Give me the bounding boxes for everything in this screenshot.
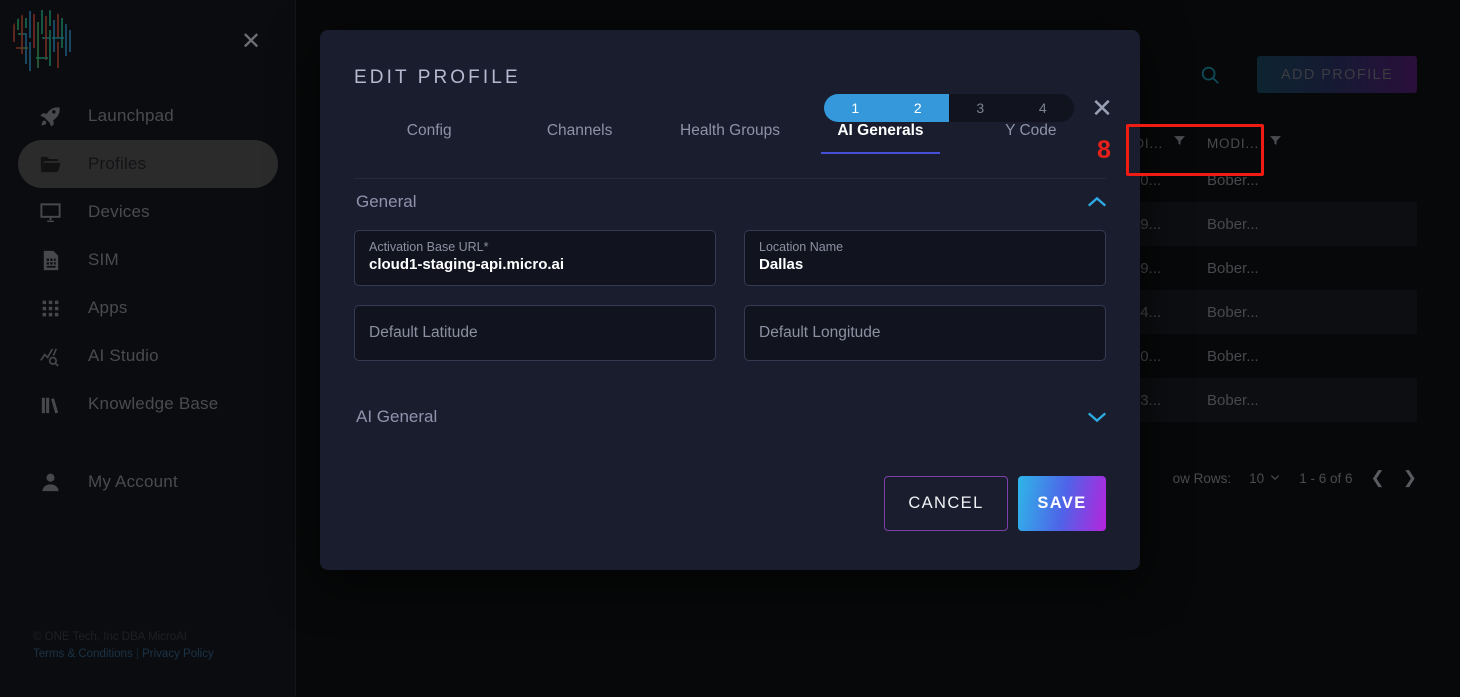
copyright-text: © ONE Tech, Inc DBA MicroAI xyxy=(33,631,187,643)
rows-per-page-select[interactable]: 10 xyxy=(1249,471,1281,486)
sidebar-item-label: Launchpad xyxy=(88,106,174,125)
sidebar-item-label: AI Studio xyxy=(88,346,159,365)
table-column-modified-by[interactable]: MODI... xyxy=(1207,134,1297,152)
folder-icon xyxy=(34,150,66,178)
filter-icon[interactable] xyxy=(1173,134,1186,152)
tab-health-groups[interactable]: Health Groups xyxy=(655,122,805,154)
cell-modified-by: Bober... xyxy=(1207,259,1259,277)
sidebar-item-label: SIM xyxy=(88,250,119,269)
table-pagination: ow Rows: 10 1 - 6 of 6 ❮ ❯ xyxy=(1173,468,1417,488)
chevron-down-icon[interactable] xyxy=(1086,410,1108,424)
person-icon xyxy=(34,468,66,496)
section-header-ai-general[interactable]: AI General xyxy=(356,403,1108,431)
rocket-icon xyxy=(34,102,66,130)
table-row[interactable]: 08/30...Bober... xyxy=(1097,158,1417,202)
table-row[interactable]: 08/24...Bober... xyxy=(1097,290,1417,334)
default-longitude-field[interactable]: Default Longitude xyxy=(744,305,1106,361)
tab-config[interactable]: Config xyxy=(354,122,504,154)
app-root: ✕ Launchpad Profiles Devices SIM Apps AI… xyxy=(0,0,1460,697)
sim-card-icon xyxy=(34,246,66,274)
grid-icon xyxy=(34,294,66,322)
field-placeholder: Default Latitude xyxy=(369,324,478,341)
books-icon xyxy=(34,390,66,418)
table-row[interactable]: 08/29...Bober... xyxy=(1097,246,1417,290)
page-toolbar: ADD PROFILE xyxy=(1199,56,1417,93)
search-icon[interactable] xyxy=(1199,64,1221,86)
add-profile-button[interactable]: ADD PROFILE xyxy=(1257,56,1417,93)
sidebar: ✕ Launchpad Profiles Devices SIM Apps AI… xyxy=(0,0,296,697)
default-latitude-field[interactable]: Default Latitude xyxy=(354,305,716,361)
field-value: Dallas xyxy=(759,256,804,273)
location-name-field[interactable]: Location Name Dallas xyxy=(744,230,1106,286)
terms-link[interactable]: Terms & Conditions xyxy=(33,648,133,660)
sidebar-footer: © ONE Tech, Inc DBA MicroAI Terms & Cond… xyxy=(33,629,214,663)
tab-channels[interactable]: Channels xyxy=(504,122,654,154)
sidebar-item-ai-studio[interactable]: AI Studio xyxy=(18,332,278,380)
monitor-icon xyxy=(34,198,66,226)
activation-base-url-field[interactable]: Activation Base URL* cloud1-staging-api.… xyxy=(354,230,716,286)
field-label: Activation Base URL* xyxy=(369,240,489,254)
sidebar-item-label: Knowledge Base xyxy=(88,394,219,413)
section-title: AI General xyxy=(356,407,438,426)
field-placeholder: Default Longitude xyxy=(759,324,881,341)
pagination-range: 1 - 6 of 6 xyxy=(1299,470,1353,486)
chevron-up-icon[interactable] xyxy=(1086,195,1108,209)
edit-profile-modal: EDIT PROFILE 1 2 3 4 ✕ Config Channels H… xyxy=(320,30,1264,570)
save-button[interactable]: SAVE xyxy=(1018,476,1106,531)
table-row[interactable]: 08/29...Bober... xyxy=(1097,202,1417,246)
chevron-down-icon xyxy=(1269,471,1281,486)
sidebar-item-label: My Account xyxy=(88,472,178,491)
privacy-link[interactable]: Privacy Policy xyxy=(142,648,214,660)
modal-tabs: Config Channels Health Groups AI General… xyxy=(354,104,1106,154)
tab-ai-generals[interactable]: AI Generals xyxy=(805,122,955,154)
sidebar-item-apps[interactable]: Apps xyxy=(18,284,278,332)
table-row[interactable]: 08/30...Bober... xyxy=(1097,334,1417,378)
sidebar-item-my-account[interactable]: My Account xyxy=(18,458,278,506)
rows-per-page-value: 10 xyxy=(1249,470,1265,486)
sidebar-item-knowledge-base[interactable]: Knowledge Base xyxy=(18,380,278,428)
sidebar-item-launchpad[interactable]: Launchpad xyxy=(18,92,278,140)
profiles-table: MODI... MODI... 08/30...Bober... 08/29..… xyxy=(1097,128,1417,422)
cell-modified-by: Bober... xyxy=(1207,215,1259,233)
table-row[interactable]: 08/23...Bober... xyxy=(1097,378,1417,422)
sidebar-item-label: Apps xyxy=(88,298,128,317)
sidebar-item-sim[interactable]: SIM xyxy=(18,236,278,284)
show-rows-label: ow Rows: xyxy=(1172,470,1232,486)
field-value: cloud1-staging-api.micro.ai xyxy=(369,256,565,273)
cell-modified-by: Bober... xyxy=(1207,171,1259,189)
filter-icon[interactable] xyxy=(1269,134,1282,152)
sidebar-close-icon[interactable]: ✕ xyxy=(237,28,265,56)
microai-circuit-logo-icon xyxy=(13,9,71,72)
sidebar-item-label: Profiles xyxy=(88,154,147,173)
sidebar-item-devices[interactable]: Devices xyxy=(18,188,278,236)
annotation-marker-8: 8 xyxy=(1097,136,1111,164)
cancel-button[interactable]: CANCEL xyxy=(884,476,1008,531)
tabs-divider xyxy=(354,178,1106,179)
cell-modified-by: Bober... xyxy=(1207,391,1259,409)
section-header-general[interactable]: General xyxy=(356,188,1108,216)
sidebar-item-profiles[interactable]: Profiles xyxy=(18,140,278,188)
tab-y-code[interactable]: Y Code xyxy=(956,122,1106,154)
pagination-next-icon[interactable]: ❯ xyxy=(1403,468,1417,488)
sidebar-item-label: Devices xyxy=(88,202,150,221)
app-logo xyxy=(8,8,74,74)
cell-modified-by: Bober... xyxy=(1207,347,1259,365)
footer-separator: | xyxy=(135,648,139,660)
pagination-prev-icon[interactable]: ❮ xyxy=(1371,468,1385,488)
section-title: General xyxy=(356,192,417,211)
table-header-row: MODI... MODI... xyxy=(1097,128,1417,158)
modal-title: EDIT PROFILE xyxy=(354,67,521,88)
cell-modified-by: Bober... xyxy=(1207,303,1259,321)
field-label: Location Name xyxy=(759,240,844,254)
column-label: MODI... xyxy=(1207,135,1260,151)
sidebar-nav: Launchpad Profiles Devices SIM Apps AI S… xyxy=(0,92,296,506)
analytics-search-icon xyxy=(34,342,66,370)
